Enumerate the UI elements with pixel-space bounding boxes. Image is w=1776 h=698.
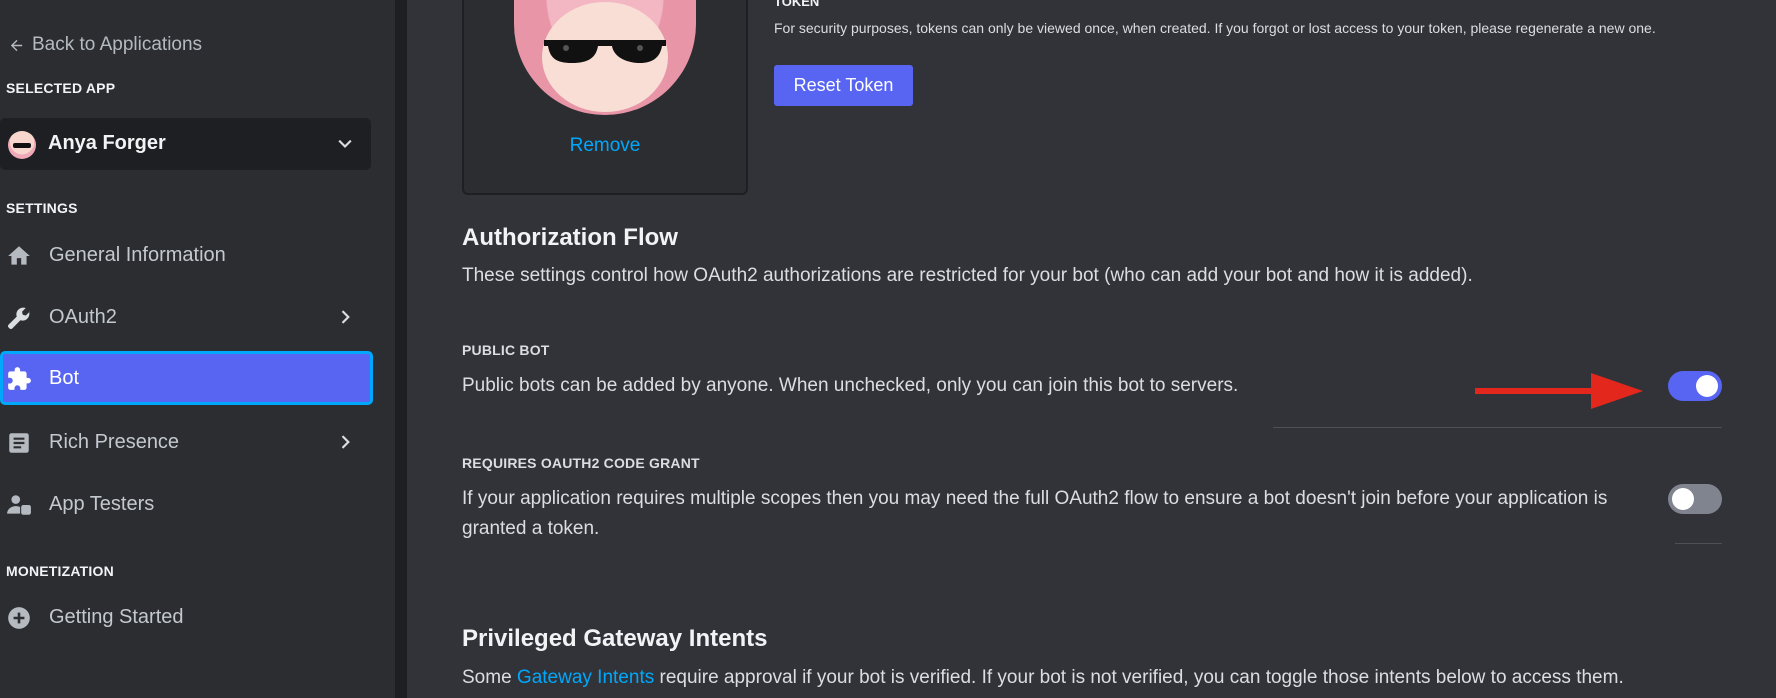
sidebar-item-app-testers[interactable]: App Testers [0,477,373,531]
sidebar-item-getting-started[interactable]: Getting Started [0,590,373,644]
sidebar-item-label: Bot [49,367,80,389]
settings-heading: SETTINGS [6,200,78,216]
bot-avatar-image[interactable] [514,0,696,115]
back-to-applications-link[interactable]: Back to Applications [8,32,202,58]
home-icon [8,246,30,265]
plus-circle-icon [8,607,30,629]
token-label: TOKEN [774,0,820,9]
sidebar-item-label: Rich Presence [49,431,180,453]
public-bot-toggle[interactable] [1668,371,1722,401]
gateway-text-after: require approval if your bot is verified… [654,667,1624,688]
chevron-right-icon [341,435,350,449]
app-avatar [8,131,36,159]
public-bot-description: Public bots can be added by anyone. When… [462,375,1239,396]
authorization-flow-title: Authorization Flow [462,224,678,251]
monetization-heading: MONETIZATION [6,563,114,579]
selected-app-heading: SELECTED APP [6,80,116,96]
gateway-text-before: Some [462,667,517,688]
sidebar-item-label: Getting Started [49,606,184,628]
toggle-knob [1672,488,1694,510]
sidebar-item-label: General Information [49,244,226,266]
setting-divider [1273,427,1722,428]
remove-avatar-link[interactable]: Remove [464,135,746,157]
sidebar-item-bot[interactable]: Bot [0,351,373,405]
bot-avatar-card: Remove [462,0,748,195]
sidebar: Back to Applications SELECTED APP Anya F… [0,0,395,698]
gateway-intents-title: Privileged Gateway Intents [462,625,768,652]
sidebar-item-oauth2[interactable]: OAuth2 [0,290,373,344]
authorization-flow-description: These settings control how OAuth2 author… [462,265,1473,286]
wrench-icon [7,307,30,330]
sidebar-divider [395,0,407,698]
chevron-down-icon [338,139,352,149]
app-name: Anya Forger [48,132,166,154]
public-bot-label: PUBLIC BOT [462,342,550,358]
setting-divider [1675,543,1722,544]
sidebar-item-general-information[interactable]: General Information [0,228,373,282]
sidebar-item-label: OAuth2 [49,306,117,328]
gateway-intents-link[interactable]: Gateway Intents [517,667,654,688]
back-link-label: Back to Applications [32,34,203,55]
reset-token-button[interactable]: Reset Token [774,65,913,106]
red-arrow-annotation [1475,373,1643,409]
arrow-left-icon [10,39,23,51]
app-selector[interactable]: Anya Forger [0,118,371,170]
sidebar-item-rich-presence[interactable]: Rich Presence [0,415,373,469]
user-phone-icon [7,495,31,515]
code-grant-label: REQUIRES OAUTH2 CODE GRANT [462,455,700,471]
token-note: For security purposes, tokens can only b… [774,20,1656,36]
document-icon [9,433,29,453]
code-grant-description: If your application requires multiple sc… [462,488,1608,539]
main-content: Remove TOKEN For security purposes, toke… [407,0,1776,698]
gateway-intents-description: Some Gateway Intents require approval if… [462,667,1624,689]
toggle-knob [1696,375,1718,397]
chevron-right-icon [341,310,350,324]
code-grant-toggle[interactable] [1668,484,1722,514]
sidebar-item-label: App Testers [49,493,155,515]
puzzle-icon [8,367,31,390]
